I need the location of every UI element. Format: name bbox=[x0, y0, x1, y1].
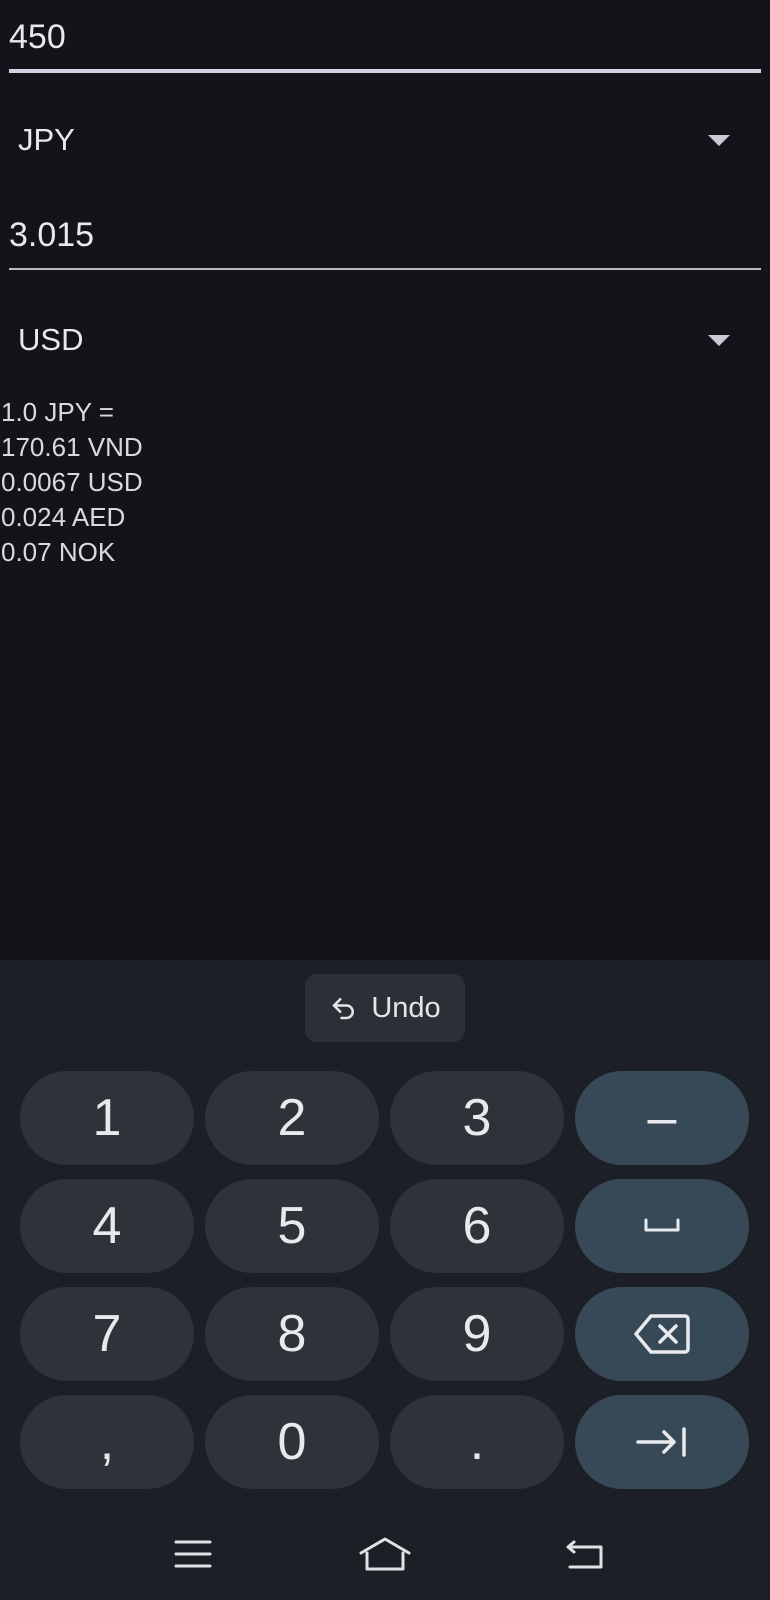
key-1[interactable]: 1 bbox=[20, 1071, 194, 1165]
key-space[interactable] bbox=[575, 1179, 749, 1273]
key-5[interactable]: 5 bbox=[205, 1179, 379, 1273]
amount-input[interactable]: 450 bbox=[9, 18, 761, 76]
system-navbar bbox=[0, 1500, 770, 1600]
rate-line: 0.0067 USD bbox=[1, 467, 143, 497]
undo-icon bbox=[333, 998, 355, 1020]
home-icon bbox=[359, 1537, 411, 1571]
key-comma[interactable]: , bbox=[20, 1395, 194, 1489]
key-2[interactable]: 2 bbox=[205, 1071, 379, 1165]
backspace-icon bbox=[634, 1314, 690, 1354]
menu-button[interactable] bbox=[163, 1530, 223, 1578]
key-8[interactable]: 8 bbox=[205, 1287, 379, 1381]
amount-underline bbox=[9, 69, 761, 73]
key-7[interactable]: 7 bbox=[20, 1287, 194, 1381]
key-next[interactable] bbox=[575, 1395, 749, 1489]
menu-icon bbox=[174, 1540, 212, 1568]
tab-next-icon bbox=[636, 1427, 686, 1457]
space-icon bbox=[644, 1218, 680, 1232]
rate-line: 170.61 VND bbox=[1, 432, 143, 462]
key-backspace[interactable] bbox=[575, 1287, 749, 1381]
rate-line: 0.024 AED bbox=[1, 502, 126, 532]
numeric-keyboard: Undo 1 2 3 – 4 5 6 7 8 9 , 0 . bbox=[0, 960, 770, 1600]
rates-list: 1.0 JPY = 170.61 VND 0.0067 USD 0.024 AE… bbox=[1, 395, 143, 570]
home-button[interactable] bbox=[355, 1530, 415, 1578]
to-currency-dropdown[interactable]: USD bbox=[0, 300, 770, 380]
dropdown-arrow-icon bbox=[708, 134, 730, 146]
dropdown-arrow-icon bbox=[708, 334, 730, 346]
from-currency-dropdown[interactable]: JPY bbox=[0, 100, 770, 180]
key-9[interactable]: 9 bbox=[390, 1287, 564, 1381]
converter-screen: 450 JPY 3.015 USD 1.0 JPY = 170.61 VND 0… bbox=[0, 0, 770, 960]
key-0[interactable]: 0 bbox=[205, 1395, 379, 1489]
to-currency-label: USD bbox=[18, 322, 84, 357]
key-period[interactable]: . bbox=[390, 1395, 564, 1489]
result-underline bbox=[9, 268, 761, 270]
key-6[interactable]: 6 bbox=[390, 1179, 564, 1273]
undo-label: Undo bbox=[371, 991, 441, 1024]
key-3[interactable]: 3 bbox=[390, 1071, 564, 1165]
back-button[interactable] bbox=[555, 1530, 615, 1578]
result-value[interactable]: 3.015 bbox=[9, 216, 94, 255]
back-icon bbox=[566, 1540, 603, 1569]
key-4[interactable]: 4 bbox=[20, 1179, 194, 1273]
key-minus[interactable]: – bbox=[575, 1071, 749, 1165]
amount-value[interactable]: 450 bbox=[9, 18, 66, 57]
from-currency-label: JPY bbox=[18, 122, 75, 157]
result-input[interactable]: 3.015 bbox=[9, 216, 761, 274]
undo-button[interactable]: Undo bbox=[305, 974, 465, 1042]
rate-line: 0.07 NOK bbox=[1, 537, 116, 567]
rates-header: 1.0 JPY = bbox=[1, 397, 114, 427]
